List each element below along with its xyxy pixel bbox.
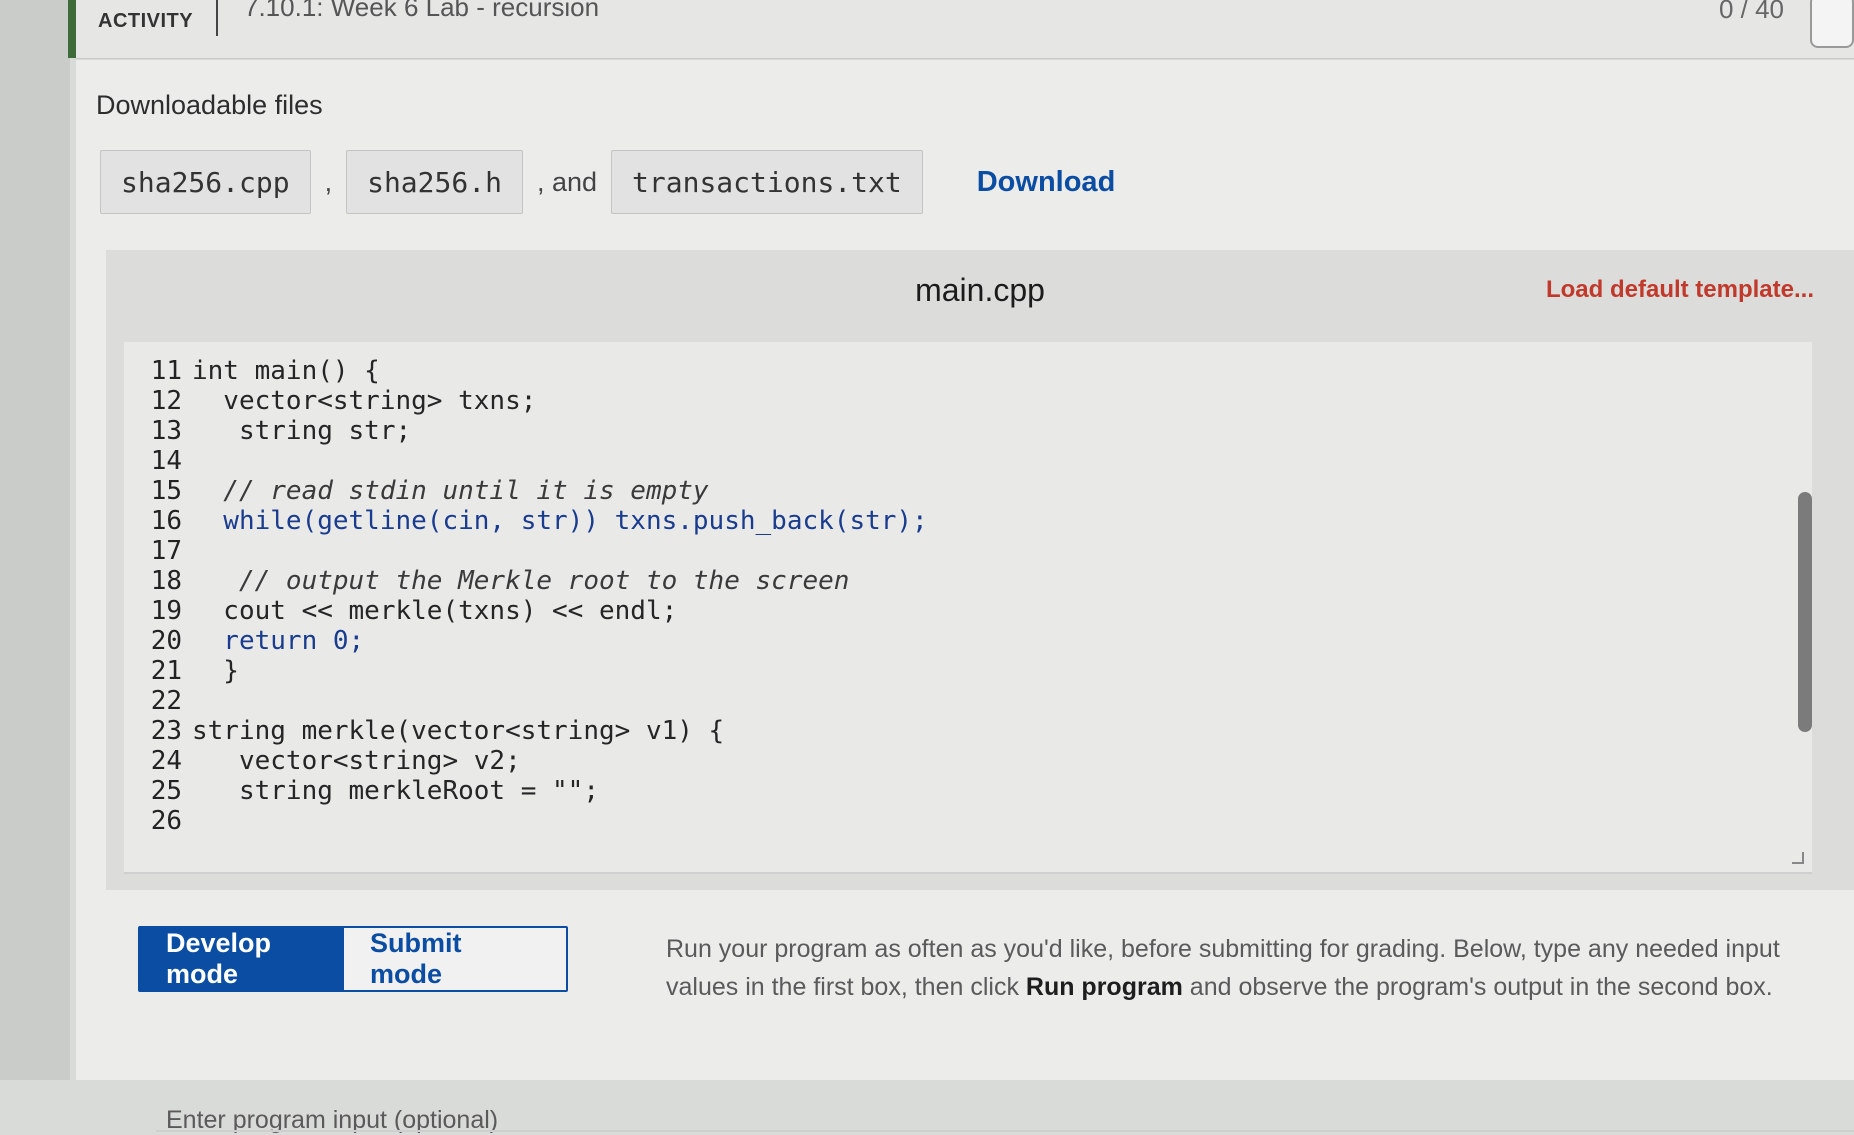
header-divider	[216, 0, 218, 36]
run-instructions-part2: and observe the program's output in the …	[1182, 973, 1773, 1001]
line-number: 17	[150, 536, 182, 566]
score-text: 0 / 40	[1718, 0, 1784, 24]
code-text: while(getline(cin, str)) txns.push_back(…	[192, 506, 928, 536]
run-program-emphasis: Run program	[1025, 973, 1183, 1001]
program-input-border	[156, 1130, 1854, 1132]
resize-grip-icon[interactable]	[1792, 852, 1804, 864]
activity-accent-bar	[68, 0, 76, 58]
line-number: 23	[150, 716, 182, 746]
submit-mode-button[interactable]: Submit mode	[344, 928, 566, 990]
file-transactions-txt[interactable]: transactions.txt	[611, 150, 923, 214]
code-text: string merkleRoot = "";	[192, 776, 599, 806]
activity-header: ACTIVITY 7.10.1: Week 6 Lab - recursion …	[76, 0, 1854, 59]
code-line: 22	[124, 684, 192, 718]
line-number: 20	[150, 626, 182, 656]
code-line: 18 // output the Merkle root to the scre…	[124, 564, 850, 598]
code-text: // output the Merkle root to the screen	[192, 566, 850, 596]
code-text: vector<string> txns;	[192, 386, 537, 416]
code-text: }	[192, 656, 239, 686]
line-number: 14	[150, 446, 182, 476]
download-button[interactable]: Download	[977, 166, 1116, 199]
line-number: 15	[150, 476, 182, 506]
develop-mode-button[interactable]: Develop mode	[140, 928, 344, 990]
line-number: 26	[150, 806, 182, 836]
mode-toggle: Develop mode Submit mode	[138, 926, 568, 992]
lab-panel: Downloadable files sha256.cpp , sha256.h…	[76, 60, 1854, 1134]
code-line: 16 while(getline(cin, str)) txns.push_ba…	[124, 504, 928, 538]
activity-label: ACTIVITY	[98, 10, 194, 32]
run-instructions: Run your program as often as you'd like,…	[666, 930, 1816, 1006]
downloadable-files-list: sha256.cpp , sha256.h , and transactions…	[100, 150, 1115, 214]
code-line: 11 int main() {	[124, 354, 380, 388]
code-text: string str;	[192, 416, 412, 446]
code-text: return 0;	[192, 626, 365, 656]
code-text-area[interactable]: 11 int main() {12 vector<string> txns; 13 …	[124, 342, 1812, 874]
line-number: 12	[150, 386, 182, 416]
code-line: 25 string merkleRoot = "";	[124, 774, 599, 808]
code-text: string merkle(vector<string> v1) {	[192, 716, 725, 746]
load-default-template-link[interactable]: Load default template...	[1546, 276, 1814, 304]
line-number: 21	[150, 656, 182, 686]
code-text: int main() {	[192, 356, 380, 386]
file-separator-and: , and	[536, 166, 598, 197]
code-line: 14	[124, 444, 192, 478]
line-number: 22	[150, 686, 182, 716]
line-number: 18	[150, 566, 182, 596]
code-line: 13 string str;	[124, 414, 411, 448]
code-text: // read stdin until it is empty	[192, 476, 709, 506]
line-number: 11	[150, 356, 182, 386]
score-badge-icon	[1810, 0, 1854, 48]
line-number: 25	[150, 776, 182, 806]
code-line: 12 vector<string> txns;	[124, 384, 537, 418]
code-line: 26	[124, 804, 192, 838]
file-sha256-h[interactable]: sha256.h	[346, 150, 523, 214]
code-line: 19 cout << merkle(txns) << endl;	[124, 594, 678, 628]
editor-scrollbar[interactable]	[1798, 492, 1812, 732]
downloadable-files-title: Downloadable files	[96, 90, 323, 120]
line-number: 19	[150, 596, 182, 626]
code-line: 15 // read stdin until it is empty	[124, 474, 709, 508]
code-line: 21 }	[124, 654, 239, 688]
code-line: 20 return 0;	[124, 624, 365, 658]
code-line: 24 vector<string> v2;	[124, 744, 521, 778]
code-text: cout << merkle(txns) << endl;	[192, 596, 678, 626]
code-text: vector<string> v2;	[192, 746, 521, 776]
code-line: 17	[124, 534, 192, 568]
line-number: 13	[150, 416, 182, 446]
code-line: 23 string merkle(vector<string> v1) {	[124, 714, 725, 748]
file-separator: ,	[324, 166, 333, 197]
editor-header: main.cpp Load default template...	[106, 250, 1854, 332]
line-number: 16	[150, 506, 182, 536]
line-number: 24	[150, 746, 182, 776]
left-margin	[0, 0, 70, 1080]
activity-title: 7.10.1: Week 6 Lab - recursion	[244, 0, 600, 22]
code-editor: main.cpp Load default template... 11 int …	[106, 250, 1854, 890]
file-sha256-cpp[interactable]: sha256.cpp	[100, 150, 311, 214]
